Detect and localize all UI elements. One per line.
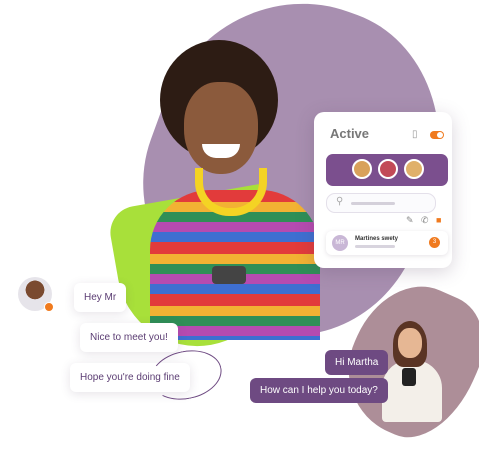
face [184,82,258,174]
avatar: MR [332,235,348,251]
video-icon[interactable]: ▯ [412,129,418,140]
woman-photo [150,40,320,340]
avatar[interactable] [352,159,372,179]
chat-bubble: Hey Mr [74,283,127,312]
message-preview-line [355,245,395,248]
active-users-card: Active ▯ ⚲ ✎ ✆ ■ MR Martines swety 3 [314,112,452,268]
face [398,328,422,358]
chat-list-item[interactable]: MR Martines swety 3 [326,231,448,255]
phone-in-hand [212,266,246,284]
search-icon: ⚲ [336,196,344,207]
avatar[interactable] [378,159,398,179]
phone-in-hand [402,368,416,386]
unread-badge: 3 [429,237,440,248]
contact-name: Martines swety [355,236,399,242]
avatar[interactable] [404,159,424,179]
active-avatars-strip [326,154,448,186]
chat-bubble-reply: How can I help you today? [250,378,388,403]
chat-bubble: Nice to meet you! [80,323,178,352]
chat-bubble-reply: Hi Martha [325,350,389,375]
decorative-swirl [145,344,227,406]
search-placeholder-line [351,202,395,205]
bell-icon[interactable]: ■ [436,215,441,225]
status-toggle[interactable] [430,131,444,139]
status-dot [44,302,54,312]
phone-icon[interactable]: ✆ [421,215,429,226]
card-title: Active [330,126,370,141]
search-input[interactable]: ⚲ [326,193,436,213]
edit-icon[interactable]: ✎ [406,215,414,226]
